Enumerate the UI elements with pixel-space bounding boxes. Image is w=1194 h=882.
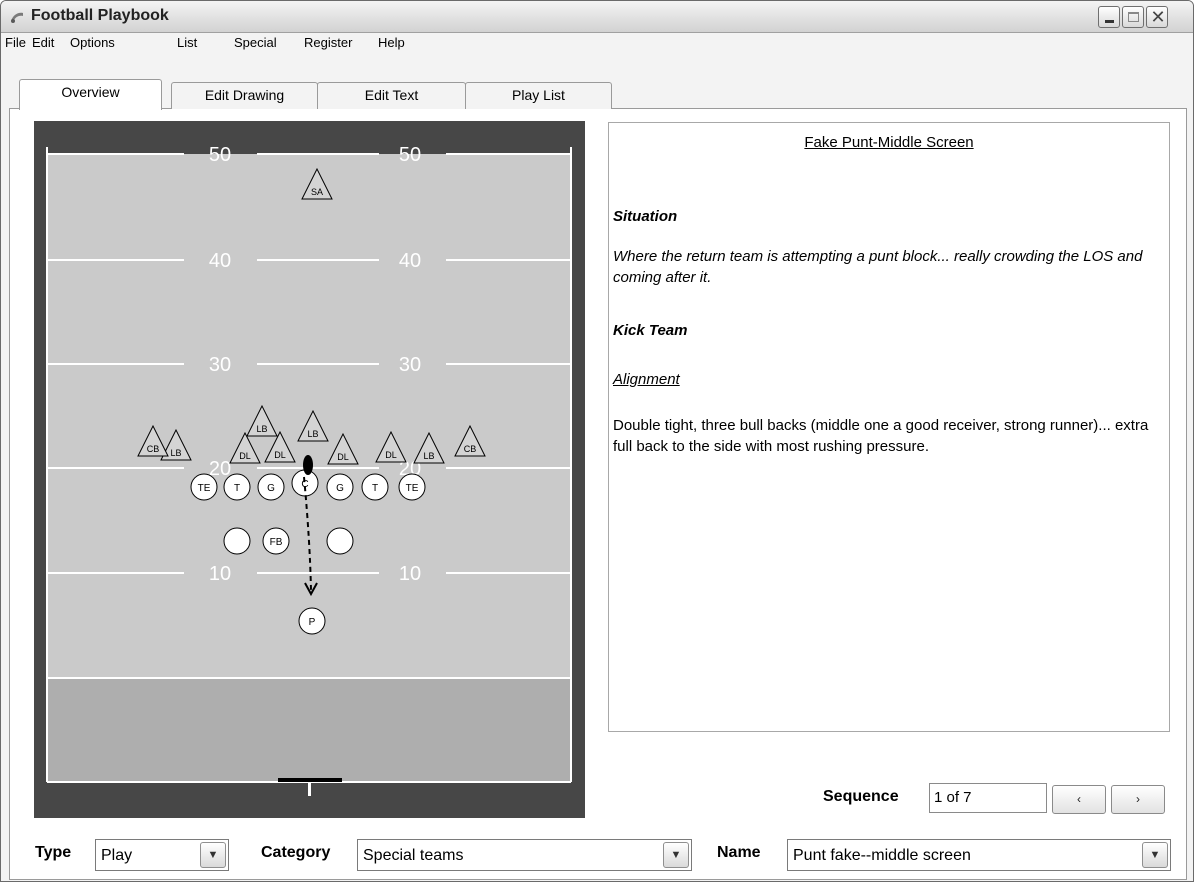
minimize-button[interactable] [1098, 6, 1120, 28]
alignment-heading: Alignment [613, 371, 680, 388]
type-label: Type [35, 844, 72, 861]
defender-label: CB [147, 444, 160, 454]
type-select[interactable]: Play ▼ [95, 839, 229, 871]
window-title: Football Playbook [31, 7, 169, 24]
type-value: Play [101, 847, 133, 864]
title-bar[interactable]: Football Playbook ✕ [1, 1, 1193, 33]
tab-edit-drawing[interactable]: Edit Drawing [171, 82, 318, 109]
tab-overview[interactable]: Overview [19, 79, 162, 110]
yard-number: 50 [399, 144, 421, 166]
yard-number: 10 [399, 563, 421, 585]
yard-number: 30 [209, 354, 231, 376]
tab-play-list[interactable]: Play List [465, 82, 612, 109]
sequence-label: Sequence [823, 788, 899, 805]
menu-list[interactable]: List [177, 35, 197, 50]
kick-team-heading: Kick Team [613, 322, 688, 339]
menu-bar: File Edit Options List Special Register … [1, 35, 1193, 74]
yard-number: 40 [209, 250, 231, 272]
chevron-down-icon[interactable]: ▼ [663, 842, 689, 868]
player-label: G [267, 483, 275, 494]
chevron-right-icon: › [1136, 792, 1140, 806]
category-value: Special teams [363, 847, 464, 864]
tab-edit-text[interactable]: Edit Text [317, 82, 466, 109]
defender-label: LB [170, 448, 181, 458]
goalpost-base [308, 782, 311, 796]
menu-help[interactable]: Help [378, 35, 405, 50]
yard-number: 50 [209, 144, 231, 166]
category-label: Category [261, 844, 331, 861]
play-title: Fake Punt-Middle Screen [804, 134, 974, 151]
chevron-down-icon[interactable]: ▼ [200, 842, 226, 868]
menu-edit[interactable]: Edit [32, 35, 54, 50]
player-label: G [336, 483, 344, 494]
menu-file[interactable]: File [5, 35, 26, 50]
app-icon [11, 12, 23, 23]
maximize-button[interactable] [1122, 6, 1144, 28]
name-select[interactable]: Punt fake--middle screen ▼ [787, 839, 1171, 871]
player-label: P [309, 617, 316, 628]
defender-label: CB [464, 444, 477, 454]
defender-label: LB [307, 429, 318, 439]
category-select[interactable]: Special teams ▼ [357, 839, 692, 871]
play-text-panel[interactable]: Fake Punt-Middle Screen Situation Where … [608, 122, 1170, 732]
player-label: FB [270, 537, 283, 548]
player-label: TE [406, 483, 419, 494]
defender-label: SA [311, 187, 323, 197]
goalpost-crossbar [278, 778, 342, 782]
alignment-text: Double tight, three bull backs (middle o… [613, 417, 1149, 455]
defender-label: DL [274, 450, 286, 460]
minimize-icon [1105, 20, 1114, 23]
player-label: T [234, 483, 240, 494]
defender-label: LB [423, 451, 434, 461]
defender-label: DL [239, 451, 251, 461]
app-window: Football Playbook ✕ File Edit Options Li… [0, 0, 1194, 882]
player-label: T [372, 483, 378, 494]
field-drawing: 50 5040 4030 3020 2010 10SALBLBCBLBDL DL DL DL LB… [46, 144, 572, 796]
yard-number: 10 [209, 563, 231, 585]
player-marker [326, 527, 354, 555]
defender-label: DL [385, 450, 397, 460]
situation-heading: Situation [613, 208, 678, 225]
menu-special[interactable]: Special [234, 35, 277, 50]
next-frame-button[interactable]: › [1111, 785, 1165, 814]
close-icon: ✕ [1150, 7, 1166, 27]
player-marker [223, 527, 251, 555]
yard-number: 40 [399, 250, 421, 272]
football [303, 455, 313, 475]
player-label: TE [198, 483, 211, 494]
sequence-field[interactable]: 1 of 7 [929, 783, 1047, 813]
situation-text: Where the return team is attempting a pu… [613, 248, 1143, 286]
previous-frame-button[interactable]: ‹ [1052, 785, 1106, 814]
maximize-icon [1128, 12, 1139, 22]
name-value: Punt fake--middle screen [793, 847, 971, 864]
yard-number: 30 [399, 354, 421, 376]
chevron-left-icon: ‹ [1077, 792, 1081, 806]
menu-register[interactable]: Register [304, 35, 352, 50]
close-button[interactable]: ✕ [1146, 6, 1168, 28]
end-zone [47, 678, 571, 782]
field-surface [47, 154, 571, 678]
chevron-down-icon[interactable]: ▼ [1142, 842, 1168, 868]
name-label: Name [717, 844, 761, 861]
play-diagram[interactable]: 50 50 40 40 30 30 20 20 10 10 SA LB LB CB LB DL DL DL DL LB… [34, 121, 585, 818]
menu-options[interactable]: Options [70, 35, 115, 50]
defender-label: LB [256, 424, 267, 434]
defender-label: DL [337, 452, 349, 462]
